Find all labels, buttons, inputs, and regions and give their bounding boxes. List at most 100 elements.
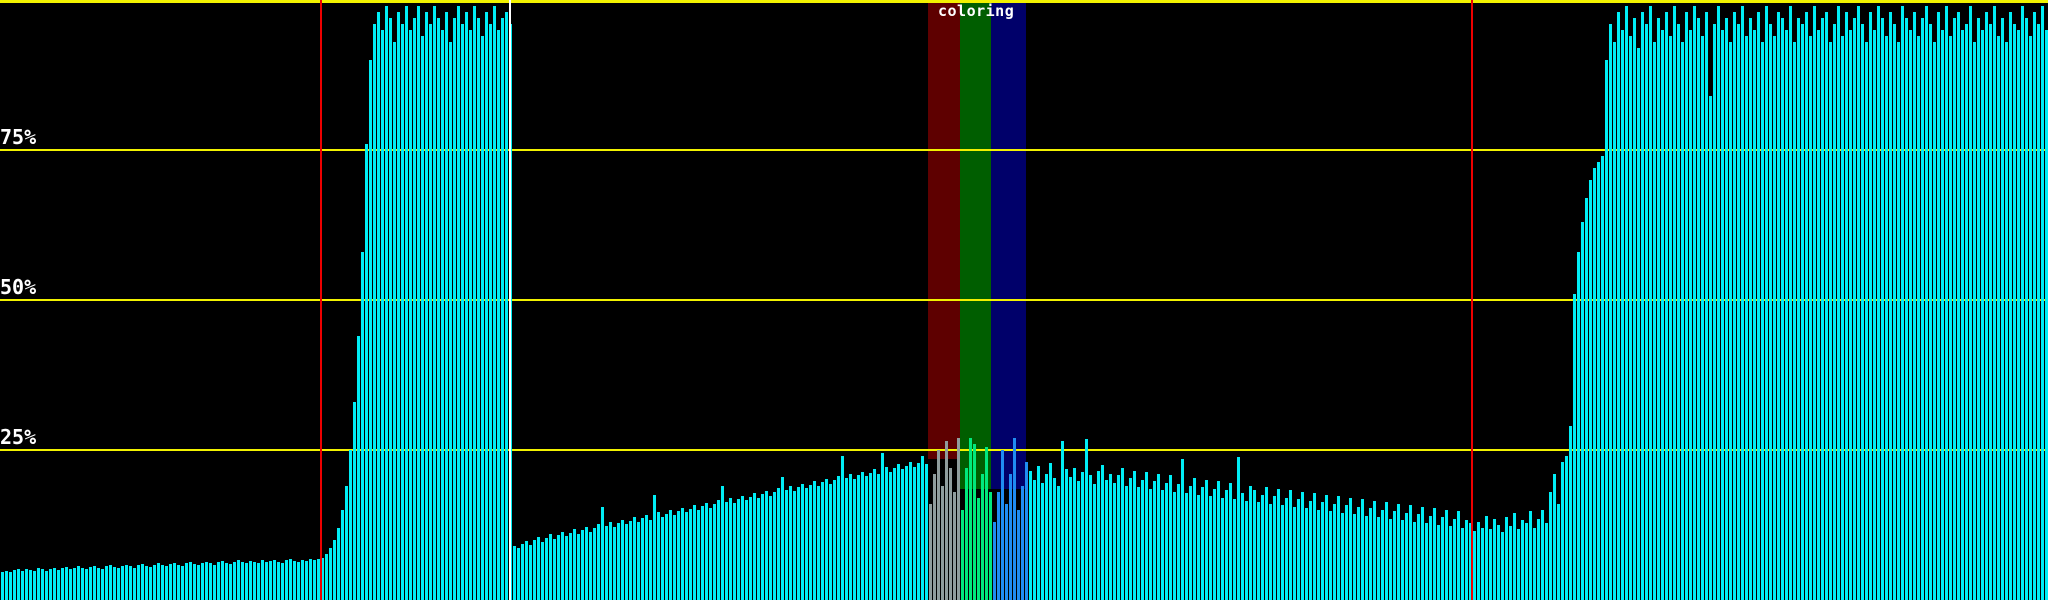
histogram-bar bbox=[937, 450, 940, 600]
histogram-bar bbox=[849, 474, 852, 600]
histogram-bar bbox=[201, 562, 204, 600]
histogram-bar bbox=[1473, 531, 1476, 600]
histogram-bar bbox=[1165, 483, 1168, 600]
histogram-bar bbox=[1193, 478, 1196, 600]
histogram-bar bbox=[869, 472, 872, 600]
histogram-bar bbox=[357, 336, 360, 600]
histogram-bar bbox=[1281, 505, 1284, 600]
histogram-bar bbox=[1689, 30, 1692, 600]
histogram-bar bbox=[625, 524, 628, 600]
histogram-bar bbox=[1173, 492, 1176, 600]
histogram-bar bbox=[1049, 463, 1052, 600]
histogram-bar bbox=[21, 571, 24, 600]
histogram-bar bbox=[1777, 12, 1780, 600]
histogram-bar bbox=[1489, 529, 1492, 600]
histogram-bar bbox=[1097, 471, 1100, 600]
histogram-bar bbox=[2025, 18, 2028, 600]
histogram-bar bbox=[861, 471, 864, 600]
histogram-bar bbox=[1589, 180, 1592, 600]
histogram-bar bbox=[1565, 456, 1568, 600]
histogram-bar bbox=[2005, 42, 2008, 600]
histogram-bar bbox=[33, 570, 36, 600]
histogram-bar bbox=[217, 562, 220, 600]
histogram-bar bbox=[37, 568, 40, 600]
histogram-bar bbox=[1861, 24, 1864, 600]
histogram-bar bbox=[1121, 468, 1124, 600]
histogram-bar bbox=[1417, 514, 1420, 600]
histogram-bar bbox=[1109, 474, 1112, 600]
histogram-bar bbox=[349, 450, 352, 600]
histogram-bar bbox=[1721, 30, 1724, 600]
histogram-bar bbox=[1585, 198, 1588, 600]
histogram-bar bbox=[1265, 487, 1268, 600]
histogram-bar bbox=[821, 482, 824, 600]
histogram-bar bbox=[237, 560, 240, 600]
histogram-bar bbox=[589, 531, 592, 600]
histogram-bar bbox=[1113, 483, 1116, 600]
histogram-bar bbox=[1781, 18, 1784, 600]
histogram-bar bbox=[809, 484, 812, 600]
histogram-bar bbox=[533, 540, 536, 600]
histogram-bar bbox=[1273, 496, 1276, 600]
histogram-bar bbox=[929, 504, 932, 600]
histogram-bar bbox=[1301, 492, 1304, 600]
histogram-bar bbox=[1973, 42, 1976, 600]
histogram-bar bbox=[1357, 507, 1360, 600]
histogram-bar bbox=[1057, 486, 1060, 600]
histogram-bar bbox=[557, 535, 560, 600]
histogram-bar bbox=[753, 493, 756, 600]
histogram-bar bbox=[165, 566, 168, 600]
histogram-bar bbox=[1809, 36, 1812, 600]
histogram-bar bbox=[1621, 30, 1624, 600]
histogram-bar bbox=[957, 438, 960, 600]
histogram-bar bbox=[1581, 222, 1584, 600]
histogram-bar bbox=[765, 490, 768, 600]
histogram-bar bbox=[29, 570, 32, 600]
histogram-bar bbox=[865, 476, 868, 600]
histogram-bar bbox=[485, 12, 488, 600]
histogram-bar bbox=[481, 36, 484, 600]
histogram-bar bbox=[1833, 24, 1836, 600]
histogram-bar bbox=[1093, 484, 1096, 600]
histogram-bar bbox=[309, 559, 312, 600]
histogram-bar bbox=[1965, 24, 1968, 600]
histogram-bar bbox=[725, 501, 728, 600]
histogram-bar bbox=[1629, 36, 1632, 600]
histogram-bar bbox=[1309, 501, 1312, 600]
histogram-bar bbox=[949, 468, 952, 600]
histogram-bar bbox=[617, 523, 620, 600]
histogram-bar bbox=[505, 12, 508, 600]
histogram-bar bbox=[1249, 486, 1252, 600]
histogram-bar bbox=[1237, 457, 1240, 600]
histogram-bar bbox=[1829, 42, 1832, 600]
histogram-bar bbox=[1997, 36, 2000, 600]
histogram-bar bbox=[229, 564, 232, 600]
histogram-bar bbox=[465, 12, 468, 600]
histogram-bar bbox=[1713, 24, 1716, 600]
histogram-bar bbox=[1065, 469, 1068, 600]
histogram-bar bbox=[1797, 18, 1800, 600]
histogram-bar bbox=[1005, 504, 1008, 600]
histogram-bar bbox=[181, 565, 184, 600]
histogram-bar bbox=[1601, 156, 1604, 600]
histogram-bar bbox=[173, 562, 176, 600]
histogram-bar bbox=[389, 18, 392, 600]
histogram-bar bbox=[1685, 12, 1688, 600]
histogram-bar bbox=[2045, 30, 2048, 600]
histogram-bar bbox=[2041, 6, 2044, 600]
histogram-bar bbox=[1853, 18, 1856, 600]
histogram-bar bbox=[1133, 471, 1136, 600]
histogram-bar bbox=[1457, 511, 1460, 600]
histogram-bar bbox=[1149, 489, 1152, 600]
histogram-bar bbox=[1729, 42, 1732, 600]
histogram-bar bbox=[1233, 499, 1236, 600]
histogram-bar bbox=[1517, 529, 1520, 600]
histogram-bar bbox=[661, 517, 664, 600]
histogram-bar bbox=[681, 507, 684, 600]
histogram-bar bbox=[353, 402, 356, 600]
histogram-bar bbox=[1945, 6, 1948, 600]
histogram-bar bbox=[193, 564, 196, 600]
histogram-bar bbox=[1717, 6, 1720, 600]
histogram-bar bbox=[1577, 252, 1580, 600]
histogram-bar bbox=[897, 464, 900, 600]
